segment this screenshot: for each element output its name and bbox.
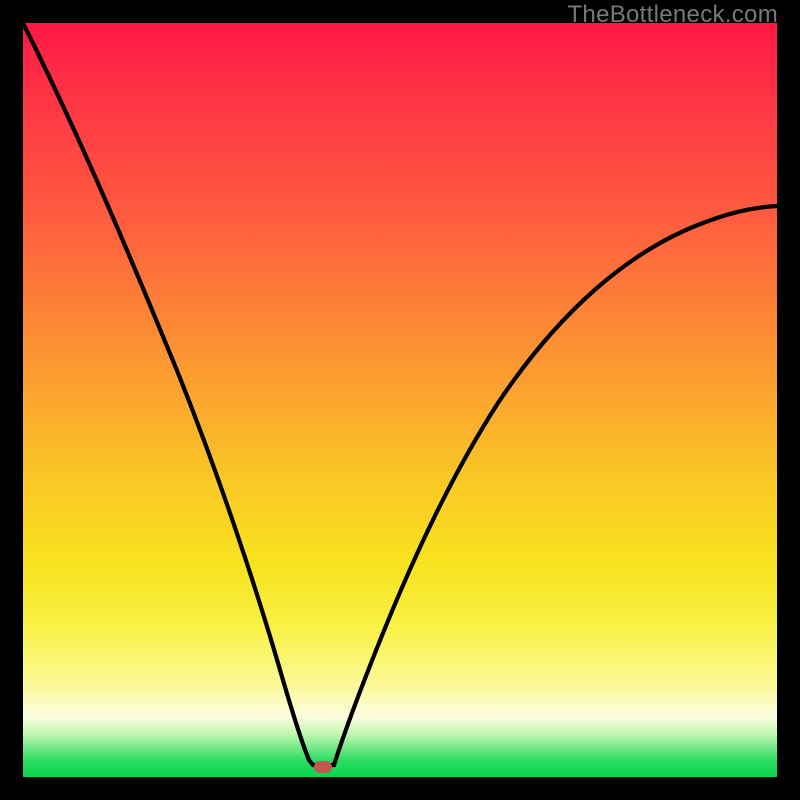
optimum-marker: [314, 761, 332, 773]
plot-area: [23, 23, 777, 777]
curve-path: [23, 23, 777, 765]
bottleneck-curve: [23, 23, 777, 777]
watermark-text: TheBottleneck.com: [567, 1, 778, 29]
outer-frame: TheBottleneck.com: [0, 0, 800, 800]
